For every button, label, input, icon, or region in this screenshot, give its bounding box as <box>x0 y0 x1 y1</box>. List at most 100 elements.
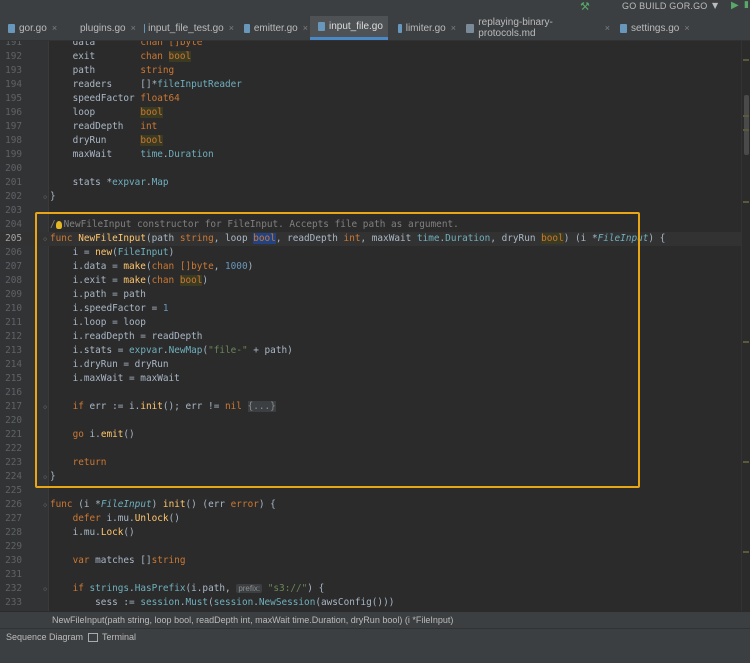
code-text: i.readDepth = readDepth <box>50 330 203 344</box>
scrollbar-marker[interactable] <box>743 461 749 463</box>
code-line[interactable]: 200 <box>0 162 750 176</box>
code-token: i.mu. <box>106 513 135 524</box>
code-line[interactable]: 223 return <box>0 456 750 470</box>
code-line[interactable]: 215 i.maxWait = maxWait <box>0 372 750 386</box>
code-text: stats *expvar.Map <box>50 176 169 190</box>
code-token: []byte <box>168 41 203 48</box>
tab-emitter-go[interactable]: emitter.go × <box>236 16 308 40</box>
code-line[interactable]: 222 <box>0 442 750 456</box>
scrollbar-marker[interactable] <box>743 341 749 343</box>
tab-gor-go[interactable]: gor.go × <box>0 16 66 40</box>
tab-settings-go[interactable]: settings.go × <box>612 16 692 40</box>
scrollbar-marker[interactable] <box>743 551 749 553</box>
code-line[interactable]: 231 <box>0 568 750 582</box>
code-line[interactable]: 217 if err := i.init(); err != nil {...}… <box>0 400 750 414</box>
line-number: 232 <box>5 583 22 594</box>
code-text: go i.emit() <box>50 428 135 442</box>
close-icon[interactable]: × <box>52 23 57 33</box>
lightbulb-icon[interactable] <box>55 220 62 229</box>
code-line[interactable]: 225 <box>0 484 750 498</box>
line-number: 228 <box>5 527 22 538</box>
code-line[interactable]: 232 if strings.HasPrefix(i.path, prefix:… <box>0 582 750 596</box>
code-token: nil <box>225 401 242 412</box>
close-icon[interactable]: × <box>605 23 610 33</box>
code-line[interactable]: 194 readers []*fileInputReader <box>0 78 750 92</box>
code-token: i.dryRun = dryRun <box>50 359 169 370</box>
run-icon[interactable]: ▶ <box>731 0 739 11</box>
close-icon[interactable]: × <box>684 23 689 33</box>
code-text: readDepth int <box>50 120 158 134</box>
code-text: dryRun bool <box>50 134 163 148</box>
code-line[interactable]: 193 path string <box>0 64 750 78</box>
code-line[interactable]: 221 go i.emit() <box>0 428 750 442</box>
code-line[interactable]: 216 <box>0 386 750 400</box>
code-line[interactable]: 199 maxWait time.Duration <box>0 148 750 162</box>
scrollbar-marker[interactable] <box>743 129 749 131</box>
code-line[interactable]: 229 <box>0 540 750 554</box>
tool-window-sequence-diagram[interactable]: Sequence Diagram <box>6 629 83 645</box>
code-line[interactable]: 208 i.exit = make(chan bool) <box>0 274 750 288</box>
code-line[interactable]: 224} ◇ <box>0 470 750 484</box>
close-icon[interactable]: × <box>303 23 308 33</box>
line-number: 192 <box>5 51 22 62</box>
code-line[interactable]: 196 loop bool <box>0 106 750 120</box>
fold-marker-icon[interactable]: ◇ <box>43 400 47 414</box>
code-line[interactable]: 197 readDepth int <box>0 120 750 134</box>
code-line[interactable]: 203 <box>0 204 750 218</box>
chevron-down-icon[interactable]: ▼ <box>712 1 718 10</box>
fold-marker-icon[interactable]: ◇ <box>43 232 47 246</box>
hammer-icon[interactable]: ⚒ <box>580 0 590 13</box>
code-line[interactable]: 202} ◇ <box>0 190 750 204</box>
code-line[interactable]: 226 func (i *FileInput) init() (err error… <box>0 498 750 512</box>
code-token: i = <box>50 247 96 258</box>
tab-limiter-go[interactable]: limiter.go × <box>390 16 456 40</box>
scrollbar-marker[interactable] <box>743 115 749 117</box>
code-text: i.maxWait = maxWait <box>50 372 180 386</box>
code-line[interactable]: 192 exit chan bool <box>0 50 750 64</box>
scrollbar-marker[interactable] <box>743 201 749 203</box>
code-line[interactable]: 205 func NewFileInput(path string, loop b… <box>0 232 750 246</box>
code-line[interactable]: 220 <box>0 414 750 428</box>
editor-scrollbar[interactable] <box>741 41 750 611</box>
fold-marker-icon[interactable]: ◇ <box>43 582 47 596</box>
code-line[interactable]: 230 var matches []string <box>0 554 750 568</box>
code-line[interactable]: 213 i.stats = expvar.NewMap("file-" + pa… <box>0 344 750 358</box>
code-line[interactable]: 204 / NewFileInput constructor for FileInp… <box>0 218 750 232</box>
code-line[interactable]: 198 dryRun bool <box>0 134 750 148</box>
code-line[interactable]: 228 i.mu.Lock() <box>0 526 750 540</box>
code-token: i.maxWait = maxWait <box>50 373 180 384</box>
fold-marker-icon[interactable]: ◇ <box>43 470 47 484</box>
code-line[interactable]: 211 i.loop = loop <box>0 316 750 330</box>
code-line[interactable]: 233 sess := session.Must(session.NewSess… <box>0 596 750 610</box>
code-line[interactable]: 206 i = new(FileInput) <box>0 246 750 260</box>
fold-marker-icon[interactable]: ◇ <box>43 190 47 204</box>
tab-input-file-go[interactable]: input_file.go <box>310 16 388 40</box>
code-line[interactable]: 214 i.dryRun = dryRun <box>0 358 750 372</box>
code-line[interactable]: 227 defer i.mu.Unlock() <box>0 512 750 526</box>
close-icon[interactable]: × <box>229 23 234 33</box>
fold-marker-icon[interactable]: ◇ <box>43 498 47 512</box>
code-line[interactable]: 191 data chan []byte <box>0 41 750 50</box>
code-token: Map <box>151 177 169 188</box>
more-icon[interactable]: ▮ <box>744 0 749 10</box>
code-token: return <box>72 457 107 468</box>
code-token: "file-" <box>208 345 248 356</box>
tab-replaying-binary-protocols-md[interactable]: replaying-binary-protocols.md × <box>458 16 610 40</box>
tool-window-terminal[interactable]: Terminal <box>88 629 136 645</box>
scrollbar-marker[interactable] <box>743 59 749 61</box>
code-line[interactable]: 209 i.path = path <box>0 288 750 302</box>
run-configuration-selector[interactable]: GO BUILD GOR.GO <box>622 1 708 11</box>
close-icon[interactable]: × <box>451 23 456 33</box>
code-token: Lock <box>100 527 124 538</box>
code-line[interactable]: 195 speedFactor float64 <box>0 92 750 106</box>
scrollbar-thumb[interactable] <box>744 95 749 155</box>
code-line[interactable]: 212 i.readDepth = readDepth <box>0 330 750 344</box>
code-line[interactable]: 201 stats *expvar.Map <box>0 176 750 190</box>
tab-input-file-test-go[interactable]: input_file_test.go × <box>136 16 234 40</box>
code-editor[interactable]: 191 data chan []byte 192 exit chan bool 19… <box>0 41 750 611</box>
code-token: Duration <box>168 149 214 160</box>
code-line[interactable]: 207 i.data = make(chan []byte, 1000) <box>0 260 750 274</box>
code-line[interactable]: 210 i.speedFactor = 1 <box>0 302 750 316</box>
tab-plugins-go[interactable]: plugins.go × <box>68 16 136 40</box>
